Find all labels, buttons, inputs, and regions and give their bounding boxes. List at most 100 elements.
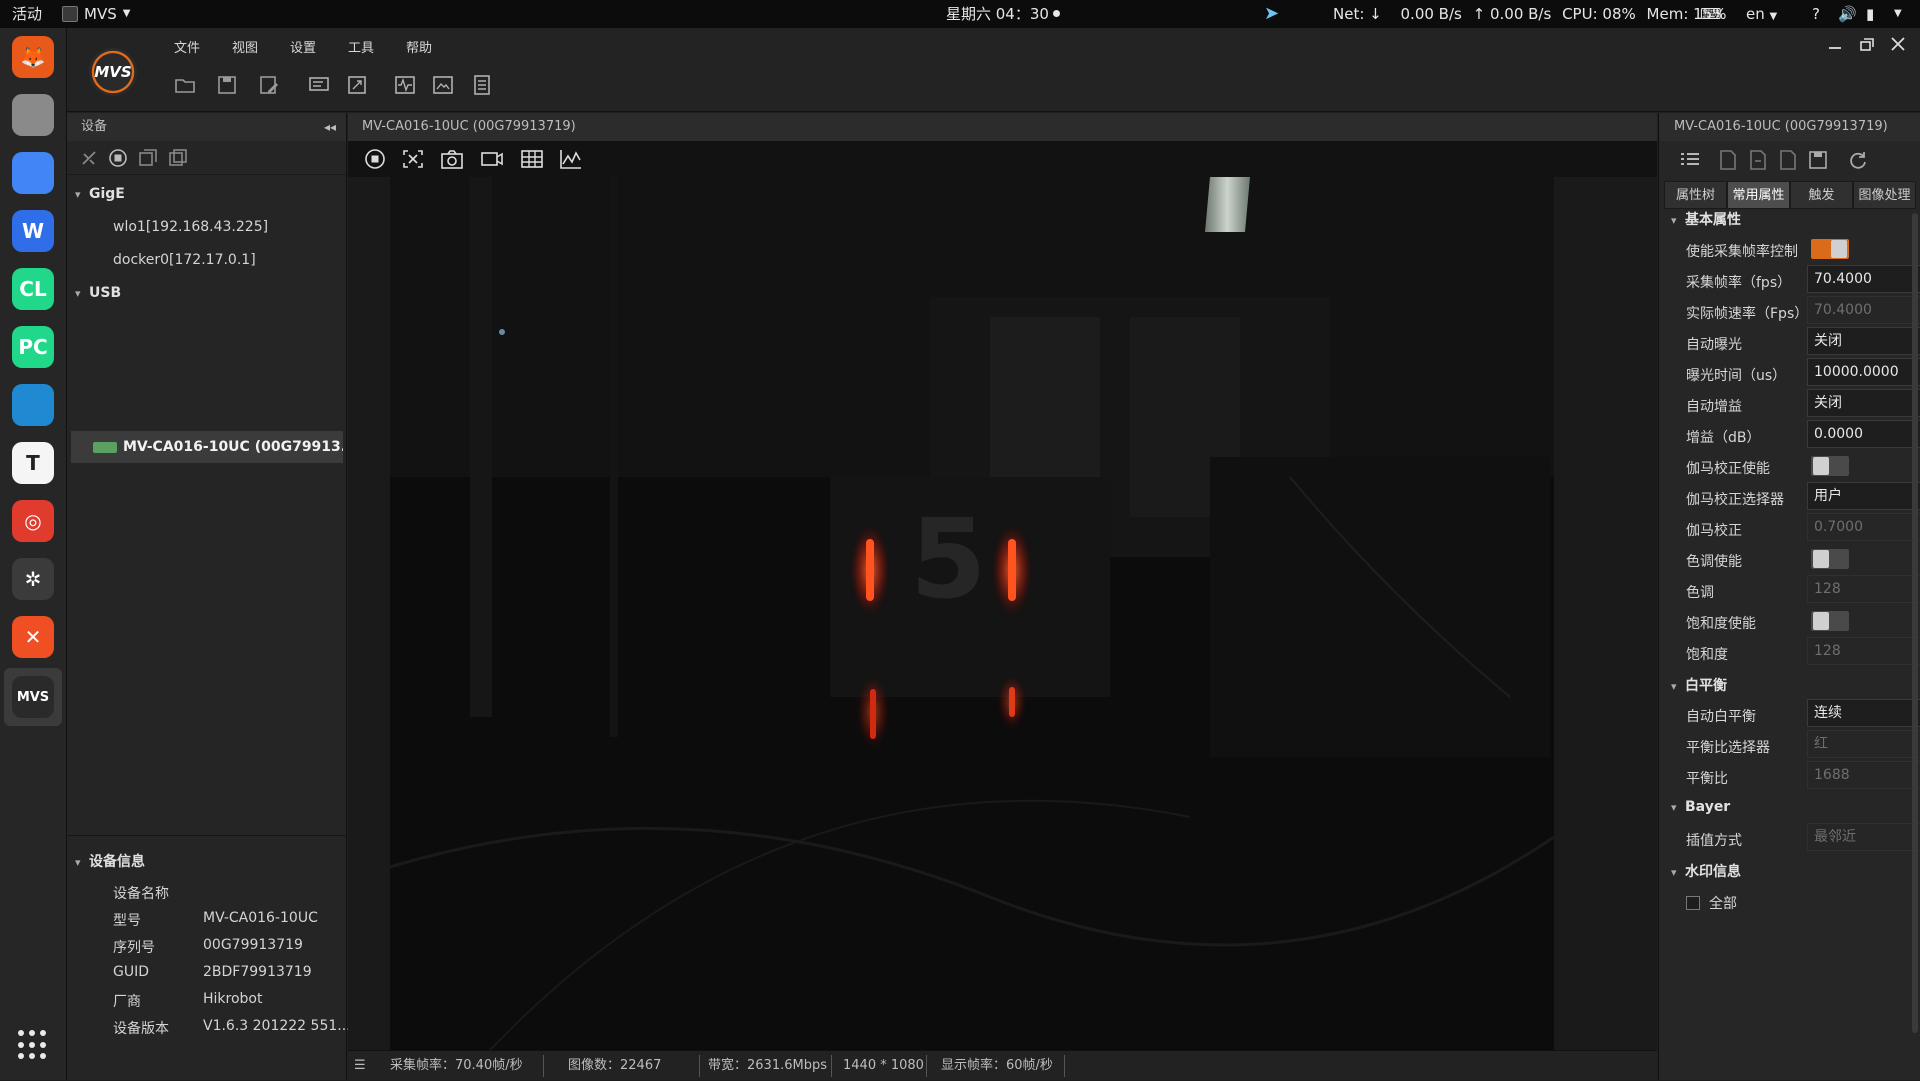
tab-property-tree[interactable]: 属性树	[1664, 181, 1727, 209]
tab-common-properties[interactable]: 常用属性	[1727, 181, 1790, 209]
files-icon[interactable]	[10, 92, 56, 138]
mvs-app-icon	[62, 6, 78, 22]
refresh-icon[interactable]	[1847, 149, 1869, 171]
select-auto-white-balance[interactable]: 连续	[1807, 699, 1920, 727]
select-ratio-selector: 红	[1807, 730, 1920, 758]
menu-view[interactable]: 视图	[232, 37, 258, 56]
close-icon[interactable]	[1888, 34, 1908, 54]
save-params-icon[interactable]	[1807, 149, 1829, 171]
clock[interactable]: 星期六 04：30	[946, 0, 1060, 28]
help-icon[interactable]: ?	[1812, 0, 1820, 28]
save-as-icon[interactable]	[257, 74, 281, 96]
menu-help[interactable]: 帮助	[406, 37, 432, 56]
activities-button[interactable]: 活动	[12, 0, 42, 28]
xmind-icon[interactable]: ✕	[10, 614, 56, 660]
tree-group-gige[interactable]: ▾ GigE	[75, 186, 125, 202]
app-menu[interactable]: MVS ▼	[62, 0, 130, 28]
select-auto-gain[interactable]: 关闭	[1807, 389, 1920, 417]
notification-dot	[1052, 10, 1060, 17]
document-icon[interactable]	[1777, 149, 1799, 171]
toggle-fps-enable[interactable]	[1811, 239, 1849, 259]
typora-icon[interactable]: T	[10, 440, 56, 486]
tab-image-processing[interactable]: 图像处理	[1853, 181, 1916, 209]
tab-trigger[interactable]: 触发	[1790, 181, 1853, 209]
input-language[interactable]: en ▼	[1746, 0, 1777, 28]
wps-icon[interactable]: W	[10, 208, 56, 254]
device-list-icon[interactable]	[307, 74, 331, 96]
menu-settings[interactable]: 设置	[290, 37, 316, 56]
tree-item-wlo1[interactable]: wlo1[192.168.43.225]	[113, 219, 268, 235]
netease-music-icon[interactable]: ◎	[10, 498, 56, 544]
chevron-down-icon: ▼	[1769, 11, 1778, 22]
section-watermark[interactable]: ▾ 水印信息	[1671, 861, 1741, 881]
camera-image[interactable]: 5	[390, 177, 1554, 1050]
grid-overlay-icon[interactable]	[520, 148, 544, 170]
keyboard-icon[interactable]: ⌨	[1700, 0, 1722, 28]
list-view-icon[interactable]	[1679, 149, 1701, 171]
show-applications-icon[interactable]	[18, 1030, 48, 1060]
select-auto-exposure[interactable]: 关闭	[1807, 327, 1920, 355]
add-device-icon[interactable]	[137, 148, 159, 168]
statusbar-menu-icon[interactable]: ☰	[354, 1051, 366, 1081]
minimize-icon[interactable]	[1825, 36, 1845, 54]
select-gamma-selector[interactable]: 用户	[1807, 482, 1920, 510]
collapse-panel-icon[interactable]: ◂◂	[324, 113, 336, 141]
mvs-icon[interactable]: MVS	[4, 668, 62, 726]
copy-device-icon[interactable]	[167, 148, 189, 168]
telegram-tray-icon[interactable]: ➤	[1264, 0, 1279, 28]
device-panel-title: 设备	[81, 119, 108, 134]
restore-icon[interactable]	[1857, 36, 1877, 54]
toggle-gamma-enable[interactable]	[1811, 456, 1849, 476]
menu-file[interactable]: 文件	[174, 37, 200, 56]
volume-icon[interactable]: 🔊	[1838, 0, 1857, 28]
net-down: 0.00 B/s	[1400, 5, 1462, 23]
input-gain[interactable]: 0.0000	[1807, 420, 1920, 448]
snapshot-icon[interactable]	[440, 148, 464, 170]
properties-scrollbar[interactable]	[1912, 213, 1918, 1033]
clion-icon[interactable]: CL	[10, 266, 56, 312]
app-menu-label: MVS	[84, 5, 117, 23]
firefox-icon[interactable]: 🦊	[10, 34, 56, 80]
section-white-balance[interactable]: ▾ 白平衡	[1671, 675, 1727, 695]
input-fps[interactable]: 70.4000	[1807, 265, 1920, 293]
dock: 🦊 W CL PC T ◎ ✲ ✕ MVS	[0, 28, 67, 1080]
tree-item-docker0[interactable]: docker0[172.17.0.1]	[113, 252, 256, 268]
histogram-icon[interactable]	[559, 148, 583, 170]
chevron-down-icon: ▾	[75, 287, 81, 300]
device-info-header[interactable]: ▾ 设备信息	[75, 851, 145, 871]
divider	[831, 1055, 832, 1077]
record-video-icon[interactable]	[480, 148, 504, 170]
menu-tools[interactable]: 工具	[348, 37, 374, 56]
checkbox-all[interactable]	[1686, 896, 1700, 910]
open-folder-icon[interactable]	[173, 74, 197, 96]
battery-icon[interactable]: ▮	[1866, 0, 1874, 28]
tree-group-usb[interactable]: ▾ USB	[75, 285, 121, 301]
import-config-icon[interactable]	[1717, 149, 1739, 171]
clion-icon-glyph: CL	[12, 268, 54, 310]
pycharm-icon[interactable]: PC	[10, 324, 56, 370]
section-basic-properties[interactable]: ▾ 基本属性	[1671, 209, 1741, 229]
save-icon[interactable]	[215, 74, 239, 96]
toggle-saturation-enable[interactable]	[1811, 611, 1849, 631]
stop-record-icon[interactable]	[107, 148, 129, 168]
section-bayer[interactable]: ▾ Bayer	[1671, 799, 1730, 815]
stop-grab-icon[interactable]	[363, 148, 387, 170]
tree-item-usb-camera[interactable]: MV-CA016-10UC (00G79913...	[71, 431, 343, 463]
device-info-title: 设备信息	[89, 854, 145, 870]
toggle-hue-enable[interactable]	[1811, 549, 1849, 569]
system-menu-arrow[interactable]: ▼	[1894, 0, 1902, 28]
fullscreen-icon[interactable]	[345, 74, 369, 96]
input-exposure-time[interactable]: 10000.0000	[1807, 358, 1920, 386]
fit-window-icon[interactable]	[401, 148, 425, 170]
system-monitor[interactable]: Net: ↓ 0.00 B/s ↑ 0.00 B/s CPU: 08% Mem:…	[1333, 0, 1726, 28]
disconnect-icon[interactable]	[79, 148, 101, 168]
yuque-icon[interactable]: ✲	[10, 556, 56, 602]
export-config-icon[interactable]	[1747, 149, 1769, 171]
chrome-icon[interactable]	[10, 150, 56, 196]
waveform-icon[interactable]	[393, 74, 417, 96]
image-info-icon[interactable]	[431, 74, 455, 96]
log-list-icon[interactable]	[470, 74, 494, 96]
image-view-pane: MV-CA016-10UC (00G79913719) 5 ☰ 采集帧率：70.…	[348, 113, 1657, 1080]
vscode-icon[interactable]	[10, 382, 56, 428]
label-hue-enable: 色调使能	[1686, 554, 1742, 570]
